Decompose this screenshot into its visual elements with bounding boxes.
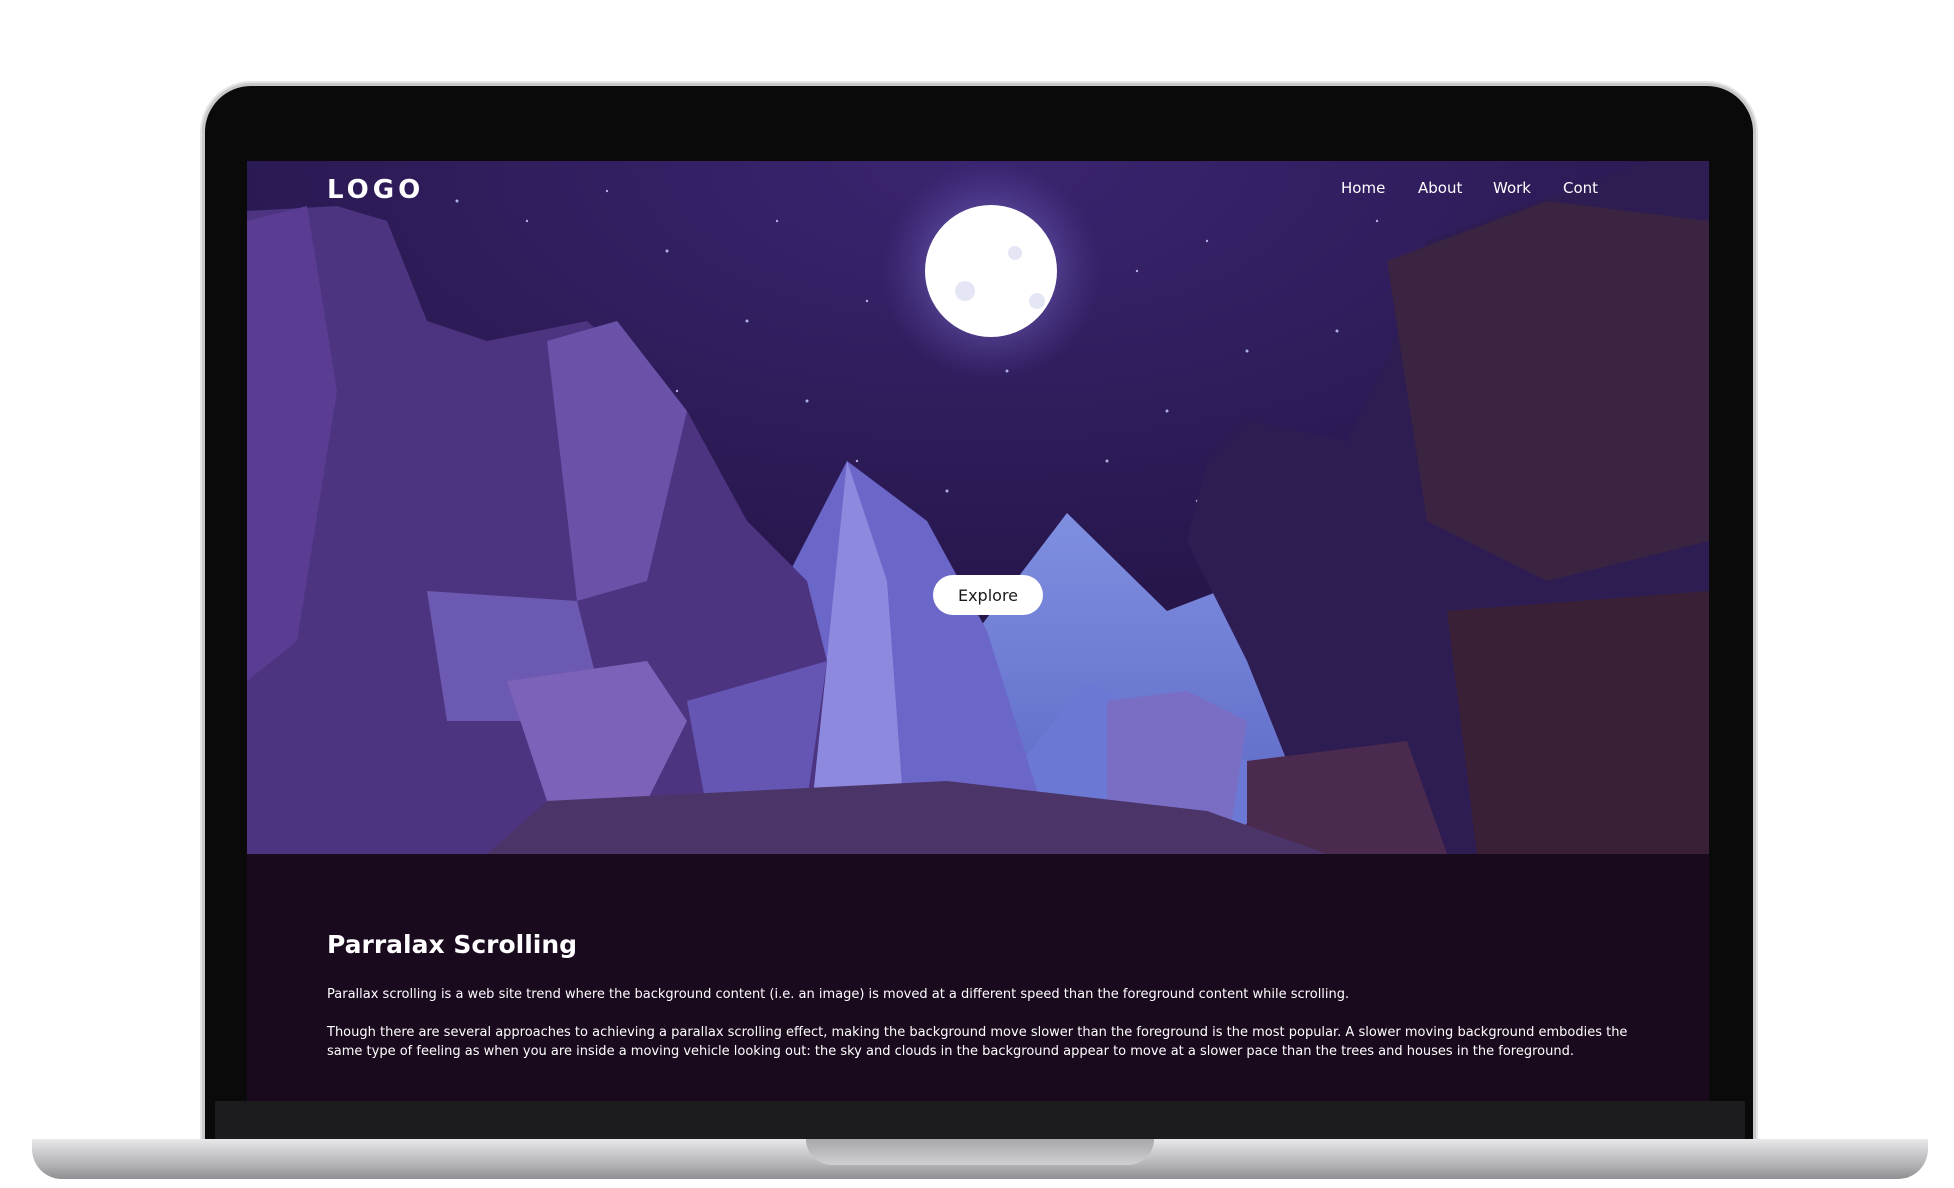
article-paragraph-2: Though there are several approaches to a… (327, 1025, 1628, 1059)
nav-link-home[interactable]: Home (1341, 179, 1385, 197)
laptop-bezel-bottom (215, 1101, 1745, 1139)
article-title: Parralax Scrolling (327, 930, 578, 959)
nav-link-work[interactable]: Work (1493, 179, 1531, 197)
nav-link-contact[interactable]: Contact (1563, 179, 1598, 197)
article-paragraph-1: Parallax scrolling is a web site trend w… (327, 987, 1350, 1002)
explore-button[interactable]: Explore (933, 575, 1043, 615)
laptop-notch (806, 1139, 1154, 1165)
logo[interactable]: LOGO (327, 175, 424, 205)
night-mountain-illustration (247, 161, 1709, 854)
hero-section: LOGO Home About Work Contact Explore (247, 161, 1709, 854)
moon (925, 205, 1057, 337)
nav-link-about[interactable]: About (1418, 179, 1462, 197)
browser-viewport: LOGO Home About Work Contact Explore Par… (247, 161, 1709, 1101)
article-section: Parralax Scrolling Parallax scrolling is… (247, 854, 1709, 1101)
